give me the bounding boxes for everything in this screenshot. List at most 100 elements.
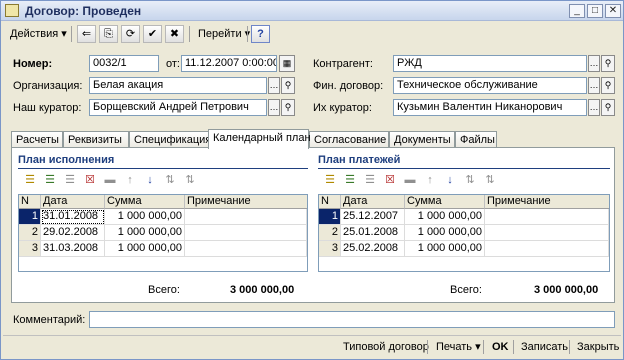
row-date[interactable]: 25.01.2008: [341, 225, 405, 241]
row-note[interactable]: [485, 241, 609, 257]
counterparty-field[interactable]: РЖД: [393, 55, 587, 72]
minimize-button[interactable]: _: [569, 4, 585, 18]
open-icon[interactable]: ⚲: [601, 55, 615, 72]
move-down-icon[interactable]: ↓: [442, 172, 458, 188]
edit-row-icon[interactable]: ☰: [62, 172, 78, 188]
row-sum[interactable]: 1 000 000,00: [405, 209, 485, 225]
select-button[interactable]: …: [268, 77, 280, 94]
sort-ascending-icon[interactable]: ⇅: [462, 172, 478, 188]
row-date[interactable]: 31.03.2008: [41, 241, 105, 257]
row-note[interactable]: [485, 225, 609, 241]
typical-contract-button[interactable]: Типовой договор: [337, 338, 435, 356]
move-down-icon[interactable]: ↓: [142, 172, 158, 188]
column-header-sum[interactable]: Сумма: [405, 195, 485, 209]
move-up-icon[interactable]: ↑: [122, 172, 138, 188]
row-number: 2: [319, 225, 341, 241]
curator-field[interactable]: Борщевский Андрей Петрович: [89, 99, 267, 116]
plan-total-label: Всего:: [148, 284, 180, 296]
column-header-note[interactable]: Примечание: [485, 195, 609, 209]
open-icon[interactable]: ⚲: [601, 77, 615, 94]
title-bar: Договор: Проведен _ □ ✕: [1, 1, 623, 21]
maximize-button[interactable]: □: [587, 4, 603, 18]
sort-descending-icon[interactable]: ⇅: [182, 172, 198, 188]
date-field[interactable]: 11.12.2007 0:00:00: [181, 55, 277, 72]
chevron-down-icon: ▾: [61, 28, 67, 40]
delete-row-icon[interactable]: ☒: [382, 172, 398, 188]
add-row-icon[interactable]: ☰: [22, 172, 38, 188]
sort-descending-icon[interactable]: ⇅: [482, 172, 498, 188]
row-date[interactable]: 25.12.2007: [341, 209, 405, 225]
refresh-icon[interactable]: ⟳: [121, 25, 140, 43]
row-date[interactable]: 25.02.2008: [341, 241, 405, 257]
sort-ascending-icon[interactable]: ⇅: [162, 172, 178, 188]
select-button[interactable]: …: [588, 99, 600, 116]
tab-specification[interactable]: Спецификация: [129, 131, 211, 148]
select-button[interactable]: …: [588, 55, 600, 72]
unpost-document-icon[interactable]: ✖: [165, 25, 184, 43]
row-number: 1: [19, 209, 41, 225]
row-note[interactable]: [485, 209, 609, 225]
column-header-n[interactable]: N: [319, 195, 341, 209]
tab-calendar-plan[interactable]: Календарный план: [208, 129, 311, 149]
help-icon[interactable]: ?: [251, 25, 270, 43]
select-button[interactable]: …: [268, 99, 280, 116]
add-row-icon[interactable]: ☰: [322, 172, 338, 188]
copy-row-icon[interactable]: ☰: [342, 172, 358, 188]
row-sum[interactable]: 1 000 000,00: [105, 225, 185, 241]
tab-approval[interactable]: Согласование: [309, 131, 389, 148]
row-sum[interactable]: 1 000 000,00: [405, 241, 485, 257]
goto-label: Перейти: [198, 28, 242, 40]
payments-table[interactable]: N Дата Сумма Примечание 1 25.12.2007 1 0…: [318, 194, 610, 272]
tab-settlements[interactable]: Расчеты: [11, 131, 63, 148]
plan-title-underline: [18, 168, 308, 169]
window-title: Договор: Проведен: [25, 4, 142, 18]
column-header-note[interactable]: Примечание: [185, 195, 307, 209]
row-sum[interactable]: 1 000 000,00: [105, 241, 185, 257]
comment-field[interactable]: [89, 311, 615, 328]
row-note[interactable]: [185, 241, 307, 257]
close-button[interactable]: Закрыть: [571, 338, 624, 356]
payments-title: План платежей: [318, 154, 401, 166]
number-field[interactable]: 0032/1: [89, 55, 159, 72]
tab-documents[interactable]: Документы: [389, 131, 455, 148]
column-header-date[interactable]: Дата: [41, 195, 105, 209]
move-left-icon[interactable]: ⇐: [77, 25, 96, 43]
row-sum[interactable]: 1 000 000,00: [105, 209, 185, 225]
open-icon[interactable]: ⚲: [601, 99, 615, 116]
actions-menu[interactable]: Действия ▾: [5, 24, 72, 44]
column-header-date[interactable]: Дата: [341, 195, 405, 209]
delete-row-icon[interactable]: ☒: [82, 172, 98, 188]
row-sum[interactable]: 1 000 000,00: [405, 225, 485, 241]
structure-icon[interactable]: ⎘: [99, 25, 118, 43]
row-note[interactable]: [185, 225, 307, 241]
tab-requisites[interactable]: Реквизиты: [63, 131, 129, 148]
calendar-icon[interactable]: ▦: [279, 55, 295, 72]
open-icon[interactable]: ⚲: [281, 99, 295, 116]
row-note[interactable]: [185, 209, 307, 225]
their-curator-field[interactable]: Кузьмин Валентин Никанорович: [393, 99, 587, 116]
print-menu[interactable]: Печать ▾: [430, 338, 487, 356]
command-separator: [483, 340, 484, 354]
plan-table[interactable]: N Дата Сумма Примечание 1 31.01.2008 1 0…: [18, 194, 308, 272]
ok-button[interactable]: OK: [486, 338, 515, 356]
select-button[interactable]: …: [588, 77, 600, 94]
edit-row-icon[interactable]: ☰: [362, 172, 378, 188]
end-edit-icon[interactable]: ▬: [402, 172, 418, 188]
row-date[interactable]: 31.01.2008: [41, 209, 105, 225]
row-date[interactable]: 29.02.2008: [41, 225, 105, 241]
post-document-icon[interactable]: ✔: [143, 25, 162, 43]
copy-row-icon[interactable]: ☰: [42, 172, 58, 188]
tab-files[interactable]: Файлы: [455, 131, 497, 148]
comment-label: Комментарий:: [13, 314, 86, 326]
goto-menu[interactable]: Перейти ▾: [193, 24, 255, 44]
open-icon[interactable]: ⚲: [281, 77, 295, 94]
fin-contract-field[interactable]: Техническое обслуживание: [393, 77, 587, 94]
end-edit-icon[interactable]: ▬: [102, 172, 118, 188]
save-button[interactable]: Записать: [515, 338, 574, 356]
column-header-sum[interactable]: Сумма: [105, 195, 185, 209]
organization-field[interactable]: Белая акация: [89, 77, 267, 94]
column-header-n[interactable]: N: [19, 195, 41, 209]
organization-label: Организация:: [13, 80, 83, 92]
close-window-button[interactable]: ✕: [605, 4, 621, 18]
move-up-icon[interactable]: ↑: [422, 172, 438, 188]
